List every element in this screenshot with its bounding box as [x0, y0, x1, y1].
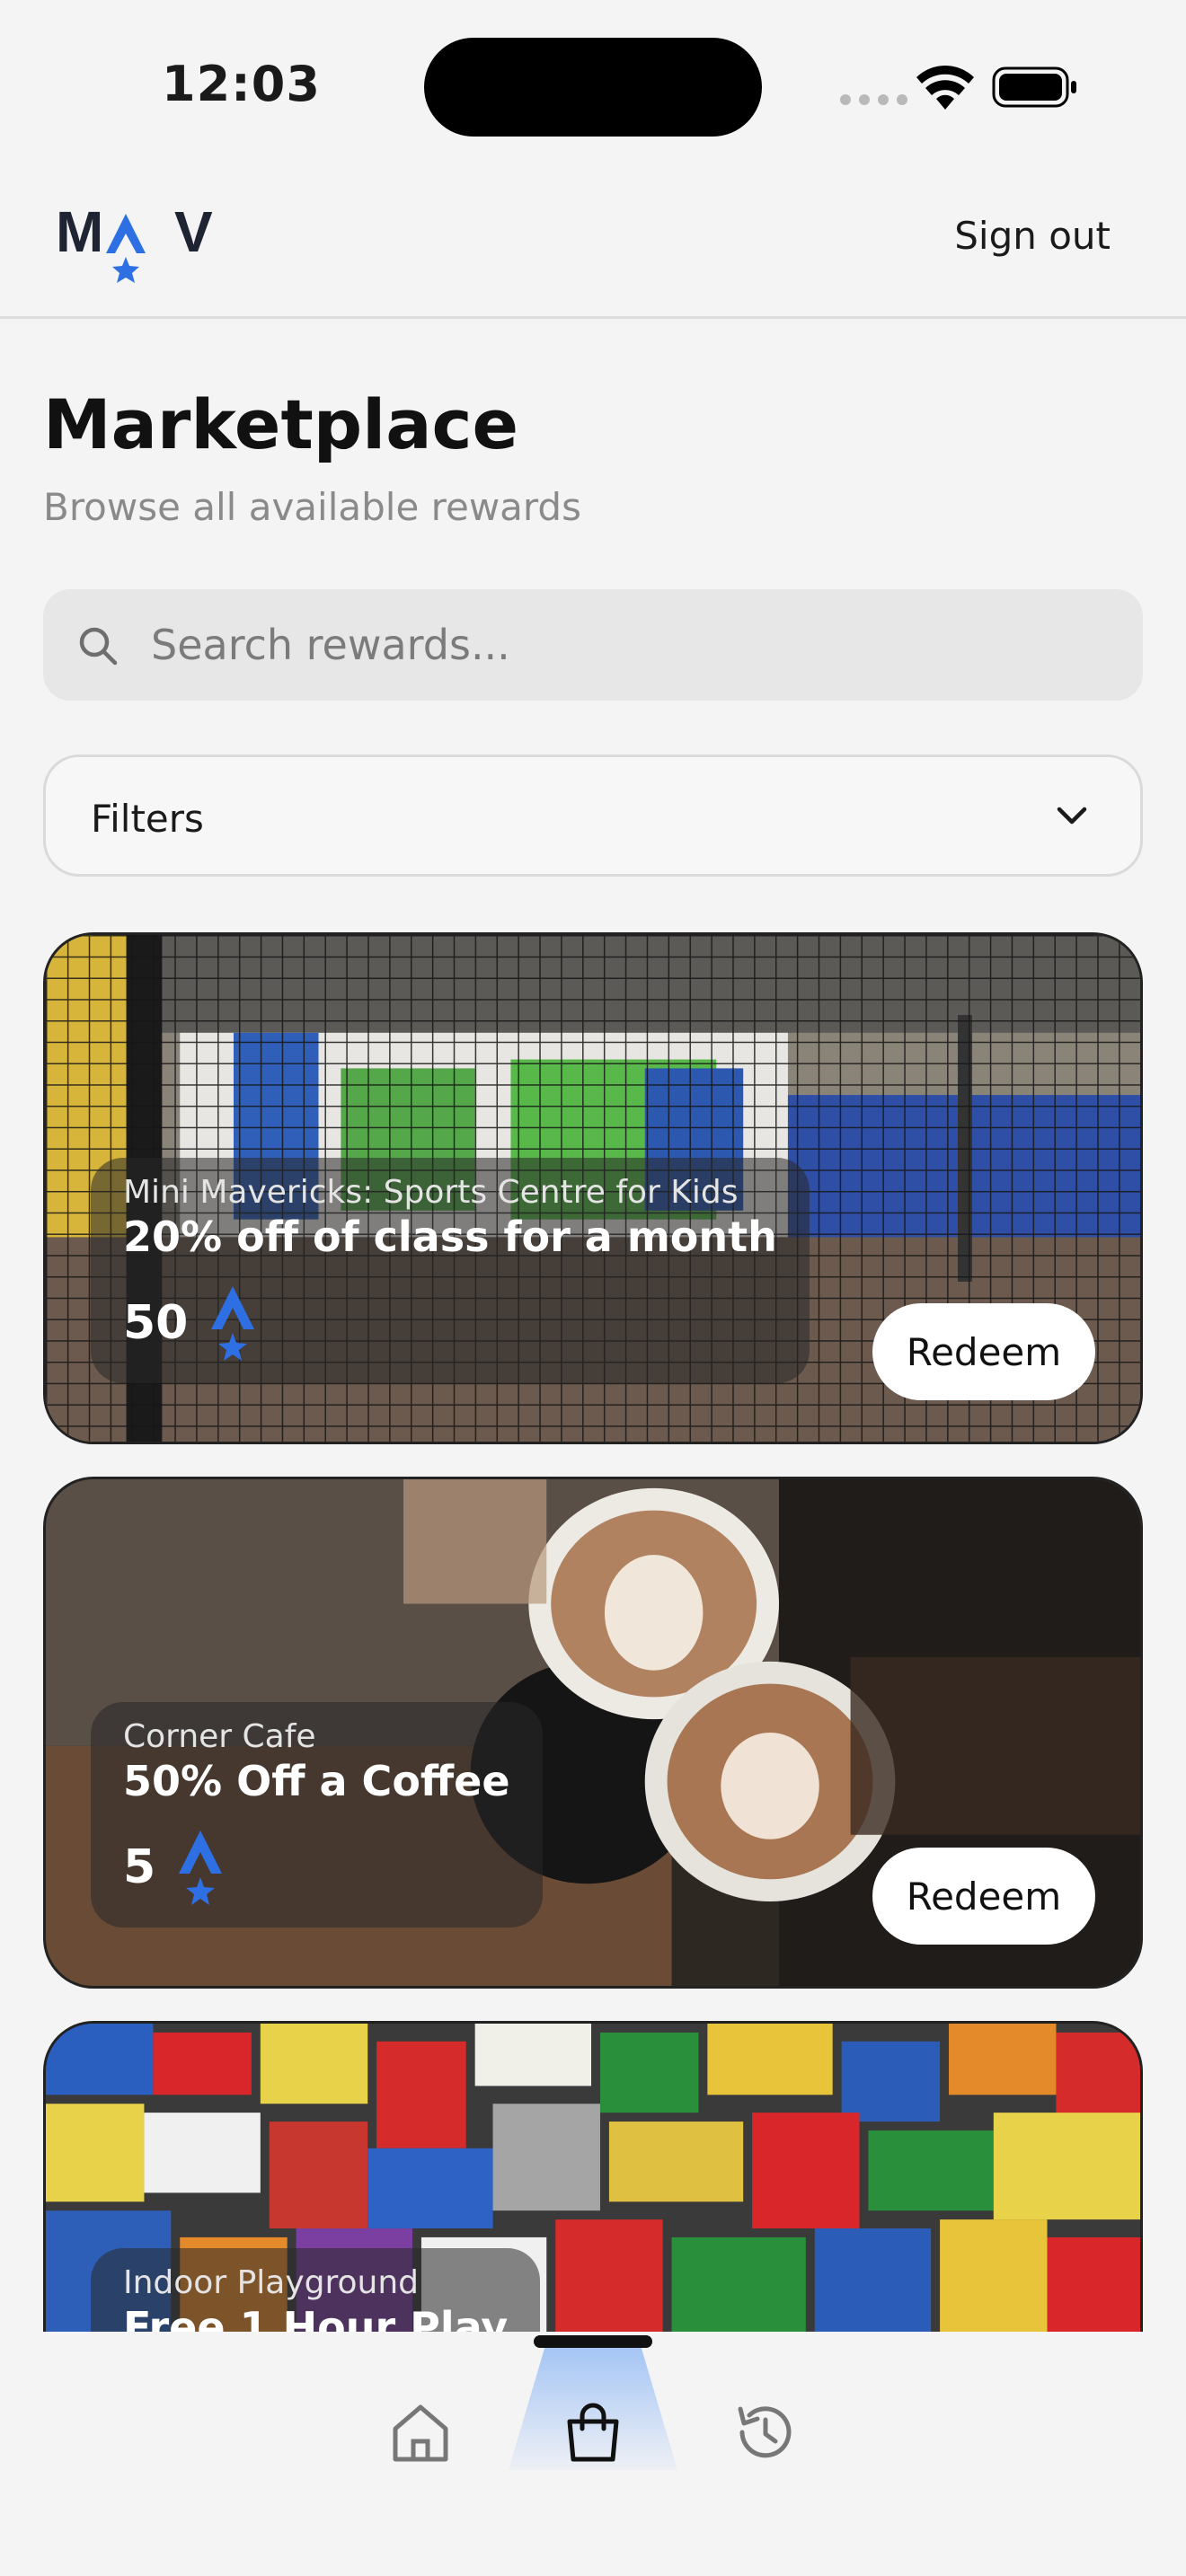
mav-points-icon [179, 1831, 223, 1905]
cellular-signal-icon [840, 94, 907, 105]
reward-title: 50% Off a Coffee [123, 1757, 510, 1805]
mav-logo[interactable]: M V [56, 198, 217, 287]
reward-points: 5 [123, 1840, 156, 1894]
mav-points-icon [211, 1286, 255, 1361]
reward-points: 50 [123, 1296, 189, 1350]
reward-merchant: Indoor Playground [123, 2264, 420, 2301]
app-header: M V Sign out [0, 171, 1186, 319]
reward-card[interactable]: Indoor Playground Free 1 Hour Play [43, 2021, 1143, 2332]
status-bar: 12:03 [0, 0, 1186, 171]
search-input[interactable] [151, 589, 1121, 701]
wifi-icon [916, 66, 974, 110]
sign-out-button[interactable]: Sign out [954, 214, 1111, 258]
reward-points-row: 50 [123, 1283, 777, 1363]
reward-info-panel: Indoor Playground Free 1 Hour Play [91, 2248, 541, 2332]
redeem-button[interactable]: Redeem [872, 1848, 1095, 1945]
active-tab-indicator [534, 2335, 652, 2348]
home-icon[interactable] [385, 2396, 456, 2468]
reward-title: 20% off of class for a month [123, 1213, 777, 1261]
redeem-button[interactable]: Redeem [872, 1303, 1095, 1400]
battery-icon [992, 66, 1076, 108]
reward-points-row: 5 [123, 1827, 510, 1908]
bottom-nav [0, 2332, 1186, 2576]
page-title: Marketplace [43, 384, 519, 464]
reward-merchant: Corner Cafe [123, 1718, 316, 1755]
reward-title: Free 1 Hour Play [123, 2303, 509, 2332]
search-icon [79, 627, 118, 666]
svg-text:M: M [56, 199, 103, 264]
search-bar[interactable] [43, 589, 1143, 701]
chevron-down-icon [1057, 807, 1087, 825]
svg-text:V: V [174, 199, 213, 264]
status-time: 12:03 [162, 56, 321, 112]
reward-info-panel: Corner Cafe 50% Off a Coffee 5 [91, 1702, 543, 1928]
shopping-bag-icon[interactable] [557, 2396, 629, 2468]
reward-card[interactable]: Mini Mavericks: Sports Centre for Kids 2… [43, 932, 1143, 1444]
reward-info-panel: Mini Mavericks: Sports Centre for Kids 2… [91, 1158, 810, 1383]
history-icon[interactable] [730, 2396, 801, 2468]
filters-dropdown[interactable]: Filters [43, 754, 1143, 877]
page-subtitle: Browse all available rewards [43, 485, 581, 529]
reward-merchant: Mini Mavericks: Sports Centre for Kids [123, 1174, 739, 1211]
filters-label: Filters [91, 797, 204, 841]
reward-card[interactable]: Corner Cafe 50% Off a Coffee 5 Redeem [43, 1477, 1143, 1989]
dynamic-island [424, 38, 762, 137]
